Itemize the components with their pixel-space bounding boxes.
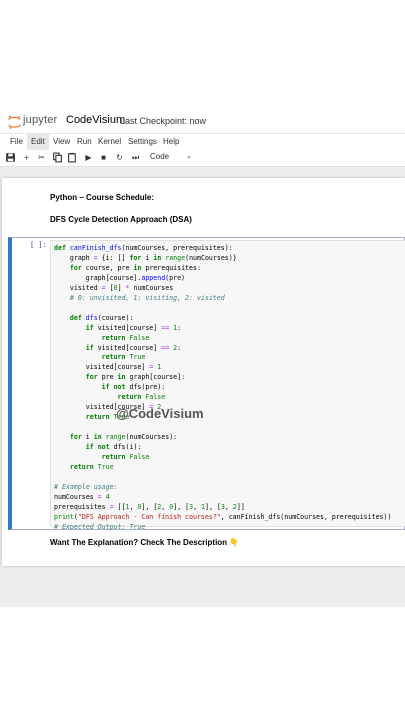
menu-view[interactable]: View: [49, 134, 74, 150]
toolbar: + ✂ ▶ ■ ↻ ⏭ Code ⌄: [0, 150, 405, 167]
code-editor[interactable]: def canFinish_dfs(numCourses, prerequisi…: [50, 240, 405, 531]
code-line: if visited[course] == 1:: [85, 323, 182, 332]
code-line: def canFinish_dfs(numCourses, prerequisi…: [54, 244, 233, 252]
code-line: return True: [101, 353, 146, 362]
notebook-window: jupyter CodeVisium Last Checkpoint: now …: [0, 111, 405, 607]
code-line: return False: [117, 393, 166, 402]
notebook-title[interactable]: CodeVisium: [66, 114, 125, 126]
cut-icon[interactable]: ✂: [36, 152, 47, 163]
fast-forward-icon[interactable]: ⏭: [130, 152, 141, 163]
chevron-down-icon[interactable]: ⌄: [186, 152, 192, 160]
copy-icon[interactable]: [52, 152, 63, 163]
paste-icon[interactable]: [67, 152, 78, 163]
code-cell[interactable]: [ ]: def canFinish_dfs(numCourses, prere…: [8, 237, 405, 531]
checkpoint-status: Last Checkpoint: now: [120, 116, 207, 126]
watermark: @CodeVisium: [116, 406, 204, 421]
code-line: prerequisites = [[1, 0], [2, 0], [3, 1],…: [54, 502, 245, 511]
jupyter-logo-icon: [8, 115, 21, 129]
cell-prompt: [ ]:: [30, 241, 47, 249]
code-line: # Example usage:: [54, 482, 118, 491]
jupyter-wordmark: jupyter: [23, 114, 58, 126]
code-line: for pre in graph[course]:: [85, 373, 186, 382]
code-line: graph = {i: [] for i in range(numCourses…: [54, 253, 237, 262]
code-line: if not dfs(i):: [85, 443, 142, 451]
code-line: visited[course] = 1: [54, 363, 162, 372]
code-line: numCourses = 4: [54, 492, 110, 501]
restart-icon[interactable]: ↻: [114, 152, 125, 163]
code-line: graph[course].append(pre): [54, 273, 186, 282]
code-line: return False: [101, 333, 150, 342]
code-line: # 0: unvisited, 1: visiting, 2: visited: [69, 293, 225, 302]
notebook-header: jupyter CodeVisium Last Checkpoint: now: [0, 111, 405, 133]
cell-type-select[interactable]: Code: [150, 152, 169, 161]
save-icon[interactable]: [5, 152, 16, 163]
menu-help[interactable]: Help: [159, 134, 183, 150]
menu-edit[interactable]: Edit: [27, 134, 49, 150]
code-line: visited = [0] * numCourses: [54, 283, 174, 292]
code-line: if visited[course] == 2:: [85, 343, 182, 352]
code-line: for course, pre in prerequisites:: [69, 263, 201, 272]
code-line: def dfs(course):: [69, 313, 134, 322]
markdown-title: Python – Course Schedule:: [50, 193, 155, 202]
code-line: if not dfs(pre):: [101, 383, 166, 392]
add-cell-icon[interactable]: +: [21, 152, 32, 163]
notebook-page: Python – Course Schedule: DFS Cycle Dete…: [2, 178, 405, 566]
menu-settings[interactable]: Settings: [124, 134, 161, 150]
menu-bar: File Edit View Run Kernel Settings Help: [0, 133, 405, 151]
code-line: for i in range(numCourses):: [69, 433, 178, 442]
run-icon[interactable]: ▶: [83, 152, 94, 163]
code-line: return True: [69, 462, 114, 471]
menu-file[interactable]: File: [6, 134, 27, 150]
markdown-subtitle: DFS Cycle Detection Approach (DSA): [50, 215, 192, 224]
code-line: # Expected Output: True: [54, 522, 146, 531]
footer-note: Want The Explanation? Check The Descript…: [50, 538, 240, 547]
code-line: print("DFS Approach - Can finish courses…: [54, 512, 392, 521]
menu-kernel[interactable]: Kernel: [94, 134, 125, 150]
code-line: return False: [101, 452, 150, 461]
menu-run[interactable]: Run: [73, 134, 96, 150]
stop-icon[interactable]: ■: [98, 152, 109, 163]
